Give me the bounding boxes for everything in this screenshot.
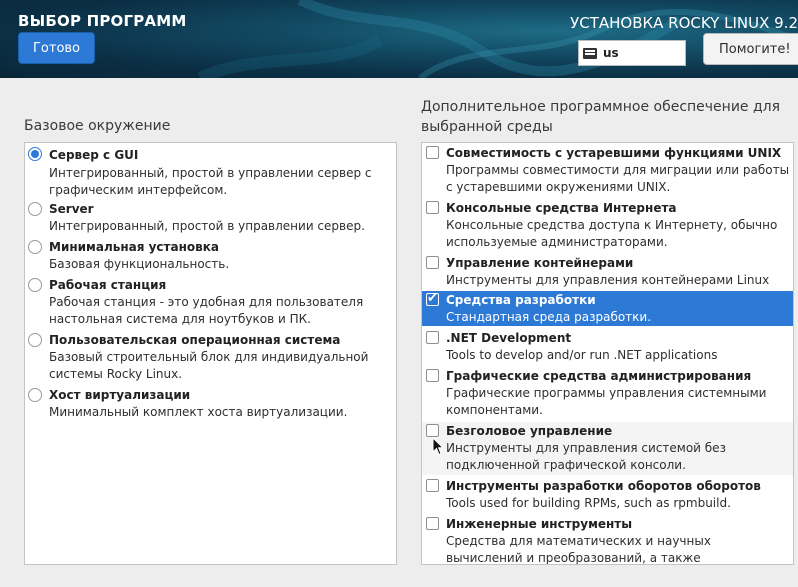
option-name: Пользовательская операционная система (49, 333, 341, 347)
option-description: Программы совместимости для миграции или… (446, 163, 790, 194)
addon-development-tools[interactable]: Средства разработки Стандартная среда ра… (422, 291, 793, 326)
option-description: Инструменты для управления контейнерами … (446, 273, 770, 287)
option-name: Минимальная установка (49, 240, 219, 254)
option-name: Хост виртуализации (49, 388, 191, 402)
option-description: Базовый строительный блок для индивидуал… (49, 350, 369, 381)
checkbox[interactable] (426, 424, 439, 437)
option-name: Server (49, 202, 94, 216)
done-button[interactable]: Готово (18, 32, 95, 64)
addon-console-internet[interactable]: Консольные средства Интернета Консольные… (422, 199, 793, 252)
base-environment-heading: Базовое окружение (24, 118, 171, 134)
radio-button[interactable] (28, 278, 42, 292)
radio-button[interactable] (28, 388, 42, 402)
checkbox[interactable] (426, 201, 439, 214)
option-name: Консольные средства Интернета (446, 201, 677, 215)
option-name: Графические средства администрирования (446, 369, 752, 383)
option-description: Базовая функциональность. (49, 257, 230, 271)
env-option-virtualization-host[interactable]: Хост виртуализации Минимальный комплект … (25, 387, 396, 423)
radio-button[interactable] (28, 202, 42, 216)
option-name: Сервер с GUI (49, 148, 139, 162)
checkbox[interactable] (426, 479, 439, 492)
addon-container-management[interactable]: Управление контейнерами Инструменты для … (422, 254, 793, 290)
env-option-minimal[interactable]: Минимальная установка Базовая функционал… (25, 239, 396, 275)
option-description: Инструменты для управления системой без … (446, 441, 726, 472)
checkbox[interactable] (426, 256, 439, 269)
addons-list: Совместимость с устаревшими функциями UN… (421, 142, 794, 565)
option-description: Минимальный комплект хоста виртуализации… (49, 405, 348, 419)
env-option-server[interactable]: Server Интегрированный, простой в управл… (25, 201, 396, 237)
radio-button[interactable] (28, 240, 42, 254)
option-name: Рабочая станция (49, 278, 167, 292)
keyboard-icon (583, 47, 597, 59)
addon-engineering-tools[interactable]: Инженерные инструменты Средства для мате… (422, 515, 793, 565)
addon-legacy-unix[interactable]: Совместимость с устаревшими функциями UN… (422, 144, 793, 197)
option-name: Средства разработки (446, 293, 596, 307)
checkbox[interactable] (426, 517, 439, 530)
env-option-workstation[interactable]: Рабочая станция Рабочая станция - это уд… (25, 277, 396, 329)
radio-button[interactable] (28, 147, 42, 161)
keyboard-layout-indicator[interactable]: us (578, 40, 686, 66)
option-description: Интегрированный, простой в управлении се… (49, 219, 365, 233)
base-environment-list: Сервер с GUI Интегрированный, простой в … (24, 142, 397, 565)
mouse-pointer-icon (432, 437, 444, 456)
addon-headless-management[interactable]: Безголовое управление Инструменты для уп… (422, 422, 793, 475)
page-title: ВЫБОР ПРОГРАММ (18, 12, 187, 30)
product-title: УСТАНОВКА ROCKY LINUX 9.2 (570, 14, 798, 32)
radio-button[interactable] (28, 333, 42, 347)
addon-dotnet-development[interactable]: .NET Development Tools to develop and/or… (422, 329, 793, 365)
option-description: Средства для математических и научных вы… (446, 534, 711, 565)
checkbox[interactable] (426, 369, 439, 382)
checkbox[interactable] (426, 291, 439, 306)
checkbox[interactable] (426, 331, 439, 344)
option-name: Инженерные инструменты (446, 517, 633, 531)
option-name: .NET Development (446, 331, 572, 345)
option-description: Tools used for building RPMs, such as rp… (446, 496, 731, 510)
option-name: Управление контейнерами (446, 256, 634, 270)
option-name: Совместимость с устаревшими функциями UN… (446, 146, 782, 160)
option-description: Стандартная среда разработки. (446, 310, 652, 324)
addon-graphical-admin-tools[interactable]: Графические средства администрирования Г… (422, 367, 793, 420)
option-description: Рабочая станция - это удобная для пользо… (49, 295, 364, 326)
addons-heading: Дополнительное программное обеспечение д… (421, 99, 781, 135)
option-description: Консольные средства доступа к Интернету,… (446, 218, 778, 249)
option-name: Инструменты разработки оборотов оборотов (446, 479, 761, 493)
option-description: Интегрированный, простой в управлении се… (49, 166, 372, 197)
option-description: Tools to develop and/or run .NET applica… (446, 348, 718, 362)
env-option-server-gui[interactable]: Сервер с GUI Интегрированный, простой в … (25, 146, 396, 198)
addon-rpm-development-tools[interactable]: Инструменты разработки оборотов оборотов… (422, 477, 793, 513)
env-option-custom-os[interactable]: Пользовательская операционная система Ба… (25, 332, 396, 384)
keyboard-layout-label: us (603, 46, 619, 60)
header-banner: ВЫБОР ПРОГРАММ Готово УСТАНОВКА ROCKY LI… (0, 0, 798, 78)
option-description: Графические программы управления системн… (446, 386, 767, 417)
help-button[interactable]: Помогите! (703, 33, 798, 65)
checkbox[interactable] (426, 146, 439, 159)
option-name: Безголовое управление (446, 424, 613, 438)
